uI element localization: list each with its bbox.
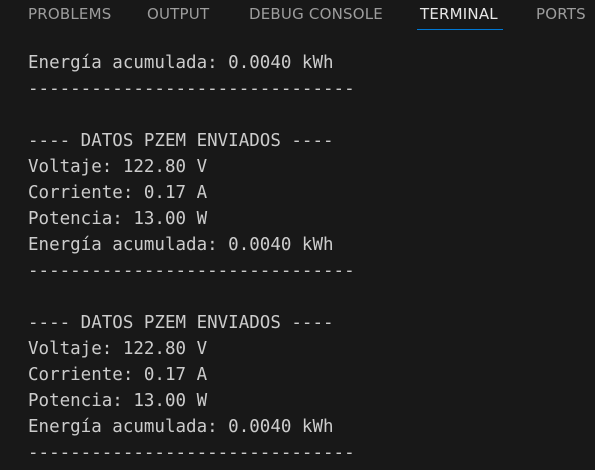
- terminal-line: Corriente: 0.17 A: [28, 183, 208, 203]
- panel-tab-bar: PROBLEMS OUTPUT DEBUG CONSOLE TERMINAL P…: [0, 0, 595, 36]
- terminal-line: Potencia: 13.00 W: [28, 209, 208, 229]
- terminal-line: Energía acumulada: 0.0040 kWh: [28, 235, 334, 255]
- terminal-line: Energía acumulada: 0.0040 kWh: [28, 417, 334, 437]
- tab-problems[interactable]: PROBLEMS: [28, 5, 111, 23]
- terminal-line: Voltaje: 122.80 V: [28, 157, 208, 177]
- tab-ports[interactable]: PORTS: [536, 5, 586, 23]
- tab-output[interactable]: OUTPUT: [147, 5, 209, 23]
- terminal-line: Voltaje: 122.80 V: [28, 339, 208, 359]
- terminal-line: Potencia: 13.00 W: [28, 391, 208, 411]
- terminal-line: -------------------------------: [28, 261, 355, 281]
- terminal-line: -------------------------------: [28, 443, 355, 463]
- terminal-line: ---- DATOS PZEM ENVIADOS ----: [28, 131, 334, 151]
- terminal-line: ---- DATOS PZEM ENVIADOS ----: [28, 313, 334, 333]
- terminal-line: Corriente: 0.17 A: [28, 365, 208, 385]
- terminal-line: Energía acumulada: 0.0040 kWh: [28, 53, 334, 73]
- terminal-panel: PROBLEMS OUTPUT DEBUG CONSOLE TERMINAL P…: [0, 0, 595, 470]
- active-tab-indicator: [417, 29, 503, 30]
- tab-debug-console[interactable]: DEBUG CONSOLE: [249, 5, 383, 23]
- terminal-output[interactable]: Energía acumulada: 0.0040 kWh ----------…: [28, 50, 355, 466]
- terminal-line: -------------------------------: [28, 79, 355, 99]
- tab-terminal[interactable]: TERMINAL: [420, 5, 498, 23]
